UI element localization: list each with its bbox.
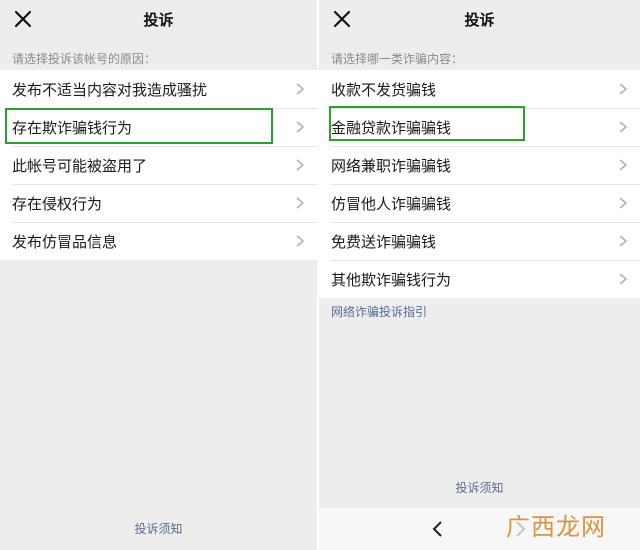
list-item[interactable]: 此帐号可能被盗用了 bbox=[0, 146, 317, 184]
back-arrow-icon bbox=[432, 521, 442, 537]
list-item-label: 免费送诈骗骗钱 bbox=[331, 232, 437, 251]
list-item-label: 收款不发货骗钱 bbox=[331, 80, 437, 99]
chevron-right-icon bbox=[296, 159, 305, 171]
list-item[interactable]: 收款不发货骗钱 bbox=[319, 70, 640, 108]
instruction-text: 请选择投诉该帐号的原因： bbox=[12, 52, 157, 66]
list-item-label: 发布仿冒品信息 bbox=[12, 232, 118, 251]
list-item-label: 此帐号可能被盗用了 bbox=[12, 156, 148, 175]
chevron-right-icon bbox=[619, 159, 628, 171]
fraud-type-panel: 投诉 请选择哪一类诈骗内容： 收款不发货骗钱 金融贷款诈骗骗钱 网络兼职诈骗骗钱… bbox=[319, 0, 640, 550]
list-item[interactable]: 发布不适当内容对我造成骚扰 bbox=[0, 70, 317, 108]
chevron-right-icon bbox=[619, 83, 628, 95]
chevron-right-icon bbox=[296, 197, 305, 209]
complaint-reason-panel: 投诉 请选择投诉该帐号的原因： 发布不适当内容对我造成骚扰 存在欺诈骗钱行为 此… bbox=[0, 0, 317, 550]
list-item[interactable]: 存在欺诈骗钱行为 bbox=[0, 108, 317, 146]
watermark: 广西龙网 bbox=[506, 513, 606, 541]
top-bar: 投诉 bbox=[319, 0, 640, 38]
chevron-right-icon bbox=[619, 235, 628, 247]
chevron-right-icon bbox=[296, 83, 305, 95]
chevron-right-icon bbox=[296, 121, 305, 133]
list-item[interactable]: 网络兼职诈骗骗钱 bbox=[319, 146, 640, 184]
reason-list: 发布不适当内容对我造成骚扰 存在欺诈骗钱行为 此帐号可能被盗用了 存在侵权行为 … bbox=[0, 70, 317, 260]
list-item-label: 发布不适当内容对我造成骚扰 bbox=[12, 80, 208, 99]
chevron-right-icon bbox=[619, 121, 628, 133]
list-item[interactable]: 免费送诈骗骗钱 bbox=[319, 222, 640, 260]
list-item[interactable]: 存在侵权行为 bbox=[0, 184, 317, 222]
list-item[interactable]: 发布仿冒品信息 bbox=[0, 222, 317, 260]
instruction-text: 请选择哪一类诈骗内容： bbox=[331, 52, 464, 66]
page-title: 投诉 bbox=[464, 11, 495, 29]
back-button[interactable] bbox=[427, 518, 449, 540]
chevron-right-icon bbox=[296, 235, 305, 247]
list-item-label: 存在欺诈骗钱行为 bbox=[12, 118, 133, 137]
list-item-label: 其他欺诈骗钱行为 bbox=[331, 270, 452, 289]
chevron-right-icon bbox=[619, 197, 628, 209]
list-item[interactable]: 仿冒他人诈骗骗钱 bbox=[319, 184, 640, 222]
list-item-label: 仿冒他人诈骗骗钱 bbox=[331, 194, 452, 213]
list-item-label: 金融贷款诈骗骗钱 bbox=[331, 118, 452, 137]
page-title: 投诉 bbox=[143, 11, 174, 29]
chevron-right-icon bbox=[619, 273, 628, 285]
list-item-label: 网络兼职诈骗骗钱 bbox=[331, 156, 452, 175]
fraud-type-list: 收款不发货骗钱 金融贷款诈骗骗钱 网络兼职诈骗骗钱 仿冒他人诈骗骗钱 免费送诈骗… bbox=[319, 70, 640, 298]
bottom-nav-bar: 广西龙网 bbox=[319, 508, 640, 550]
fraud-guide-link[interactable]: 网络诈骗投诉指引 bbox=[331, 303, 427, 320]
list-item[interactable]: 金融贷款诈骗骗钱 bbox=[319, 108, 640, 146]
complaint-notice-link[interactable]: 投诉须知 bbox=[319, 479, 640, 496]
list-item[interactable]: 其他欺诈骗钱行为 bbox=[319, 260, 640, 298]
top-bar: 投诉 bbox=[0, 0, 317, 38]
complaint-notice-link[interactable]: 投诉须知 bbox=[0, 520, 317, 537]
list-item-label: 存在侵权行为 bbox=[12, 194, 103, 213]
